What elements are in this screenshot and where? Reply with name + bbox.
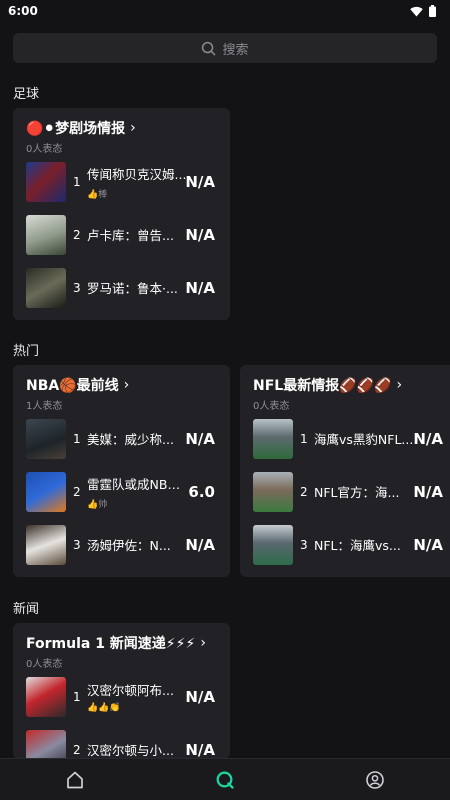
chevron-right-icon: › — [123, 377, 130, 393]
nav-home[interactable] — [55, 760, 95, 800]
item-reaction: 👍棒 — [87, 189, 108, 200]
item-score: N/A — [185, 740, 215, 759]
card-title[interactable]: NBA🏀最前线 › — [26, 375, 217, 395]
list-item[interactable]: 3 罗马诺：鲁本·... N/A — [26, 261, 217, 314]
item-reaction: 👍帅 — [87, 499, 108, 510]
item-title: 美媒：威少称... — [87, 432, 174, 447]
section-title-news: 新闻 — [13, 602, 40, 617]
discover-icon — [216, 771, 234, 789]
item-score: N/A — [413, 429, 443, 448]
chevron-right-icon: › — [130, 120, 136, 136]
item-score: N/A — [185, 278, 215, 297]
item-thumbnail — [26, 471, 66, 512]
item-score: N/A — [185, 429, 215, 448]
item-thumbnail — [253, 418, 293, 459]
home-icon — [67, 771, 83, 788]
item-score: N/A — [413, 535, 443, 554]
card-title[interactable]: NFL最新情报🏈🏈🏈 › — [253, 375, 450, 395]
item-title: NFL官方：海... — [314, 485, 400, 500]
item-thumbnail — [26, 161, 66, 202]
item-reaction: 👍👍👏 — [87, 703, 121, 713]
chevron-right-icon: › — [200, 635, 206, 651]
wifi-icon — [410, 6, 423, 16]
list-item[interactable]: 2 汉密尔顿与小... N/A — [26, 723, 217, 759]
card-title[interactable]: Formula 1 新闻速递⚡⚡⚡ › — [26, 633, 217, 653]
search-bar[interactable]: 搜索 — [13, 33, 437, 63]
search-icon — [202, 41, 216, 55]
item-title: 海鹰vs黑豹NFL... — [314, 432, 414, 447]
item-title: 雷霆队或成NBA... — [87, 476, 187, 492]
item-thumbnail — [26, 729, 66, 759]
bottom-nav — [0, 758, 450, 800]
list-item[interactable]: 2 雷霆队或成NBA... 👍帅 6.0 — [26, 465, 217, 518]
item-title: 传闻称贝克汉姆... — [87, 166, 187, 182]
chevron-right-icon: › — [396, 377, 403, 393]
item-score: N/A — [185, 225, 215, 244]
list-item[interactable]: 3 汤姆伊佐：N... N/A — [26, 518, 217, 571]
card-title[interactable]: 🔴⚫梦剧场情报 › — [26, 118, 217, 138]
item-thumbnail — [26, 214, 66, 255]
status-time: 6:00 — [8, 4, 38, 18]
item-title: 罗马诺：鲁本·... — [87, 281, 178, 296]
card-football[interactable]: 🔴⚫梦剧场情报 › 0人表态 1 传闻称贝克汉姆... 👍棒 N/A 2 卢卡库：曾… — [13, 108, 230, 320]
list-item[interactable]: 1 美媒：威少称... N/A — [26, 412, 217, 465]
list-item[interactable]: 2 NFL官方：海... N/A — [253, 465, 445, 518]
list-item[interactable]: 1 海鹰vs黑豹NFL... N/A — [253, 412, 445, 465]
card-f1[interactable]: Formula 1 新闻速递⚡⚡⚡ › 0人表态 1 汉密尔顿阿布... 👍👍👏 N… — [13, 623, 230, 759]
item-score: N/A — [413, 482, 443, 501]
card-reactions: 0人表态 — [253, 401, 290, 412]
item-thumbnail — [253, 471, 293, 512]
section-title-hot: 热门 — [13, 344, 40, 359]
item-title: 汉密尔顿阿布... — [87, 683, 174, 698]
item-title: 卢卡库：曾告... — [87, 228, 174, 243]
item-title: NFL：海鹰vs... — [314, 538, 401, 553]
item-score: 6.0 — [188, 482, 215, 501]
nav-discover[interactable] — [205, 760, 245, 800]
card-reactions: 0人表态 — [26, 659, 63, 670]
item-title: 汤姆伊佐：N... — [87, 538, 171, 553]
nav-profile[interactable] — [355, 760, 395, 800]
card-reactions: 1人表态 — [26, 401, 63, 412]
item-score: N/A — [185, 535, 215, 554]
card-reactions: 0人表态 — [26, 144, 63, 155]
battery-icon — [429, 5, 436, 17]
list-item[interactable]: 1 传闻称贝克汉姆... 👍棒 N/A — [26, 155, 217, 208]
list-item[interactable]: 1 汉密尔顿阿布... 👍👍👏 N/A — [26, 670, 217, 723]
item-thumbnail — [253, 524, 293, 565]
item-thumbnail — [26, 418, 66, 459]
card-nba[interactable]: NBA🏀最前线 › 1人表态 1 美媒：威少称... N/A 2 雷霆队或成NBA… — [13, 365, 230, 577]
item-thumbnail — [26, 524, 66, 565]
status-bar: 6:00 — [0, 0, 450, 22]
list-item[interactable]: 2 卢卡库：曾告... N/A — [26, 208, 217, 261]
item-thumbnail — [26, 676, 66, 717]
item-title: 汉密尔顿与小... — [87, 743, 174, 758]
item-score: N/A — [185, 687, 215, 706]
profile-icon — [366, 770, 384, 789]
item-thumbnail — [26, 267, 66, 308]
card-nfl[interactable]: NFL最新情报🏈🏈🏈 › 0人表态 1 海鹰vs黑豹NFL... N/A 2 NF… — [240, 365, 450, 577]
search-placeholder: 搜索 — [222, 42, 249, 58]
item-score: N/A — [185, 172, 215, 191]
list-item[interactable]: 3 NFL：海鹰vs... N/A — [253, 518, 445, 571]
section-title-football: 足球 — [13, 87, 40, 102]
